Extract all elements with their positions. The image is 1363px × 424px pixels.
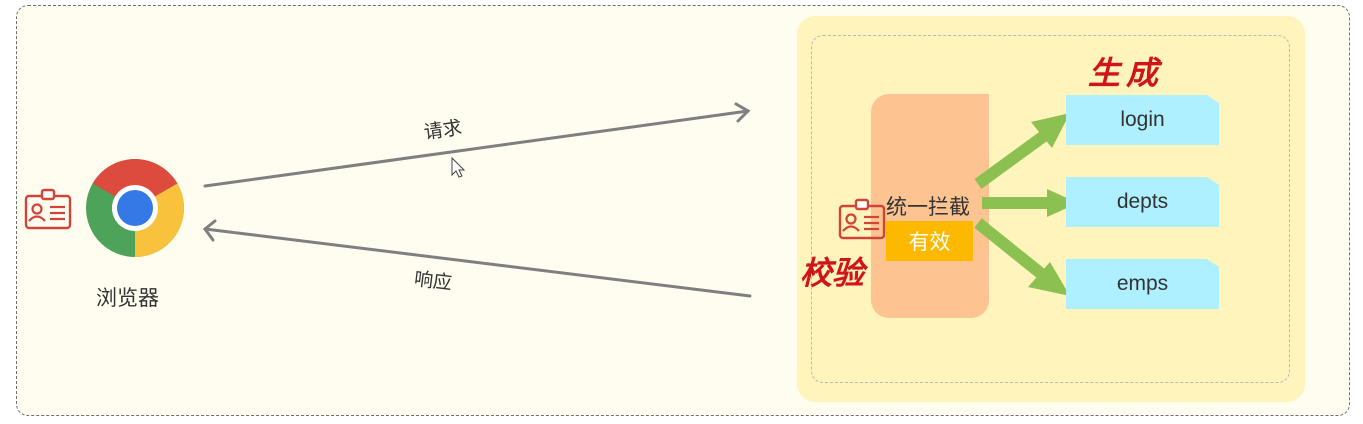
response-arrow [202, 219, 752, 298]
browser-label: 浏览器 [96, 286, 159, 310]
generate-label: 生成 [1088, 54, 1165, 92]
endpoint-depts: depts [1066, 177, 1219, 227]
cursor-icon [451, 156, 466, 178]
endpoint-emps: emps [1066, 259, 1219, 309]
id-card-icon [838, 198, 886, 244]
request-label: 请求 [422, 116, 464, 144]
green-arrow-emps [974, 218, 1070, 296]
green-arrow-depts [982, 189, 1078, 217]
id-card-icon [24, 188, 72, 234]
valid-badge: 有效 [886, 221, 973, 261]
interceptor-label: 统一拦截 [886, 195, 970, 219]
verify-label: 校验 [800, 254, 865, 292]
request-arrow [203, 102, 751, 188]
chrome-icon [85, 158, 185, 262]
endpoint-login: login [1066, 95, 1219, 145]
green-arrow-login [974, 113, 1070, 189]
response-label: 响应 [412, 267, 454, 295]
